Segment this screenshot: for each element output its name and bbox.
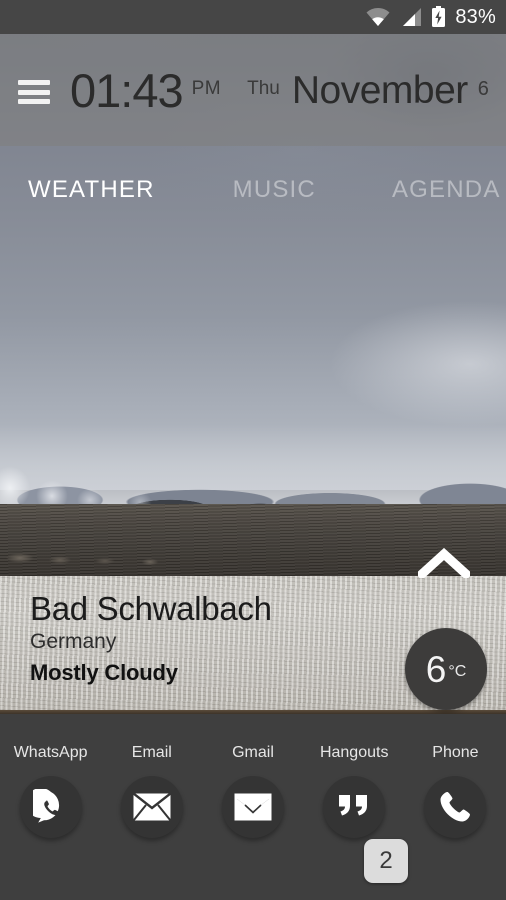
home-screen: 83% 01:43 PM Thu November 6 WEATHER MUSI… <box>0 0 506 900</box>
ground-rocks <box>0 540 200 568</box>
temperature-value: 6 <box>425 648 447 690</box>
wifi-icon <box>366 8 390 27</box>
dock-label-hangouts: Hangouts <box>319 744 389 761</box>
phone-handset-icon[interactable] <box>424 776 487 838</box>
dock-app-whatsapp[interactable]: WhatsApp <box>0 744 101 838</box>
status-bar: 83% <box>0 0 506 34</box>
cellular-signal-icon <box>403 8 422 26</box>
clock-ampm: PM <box>191 77 222 99</box>
dock-label-email: Email <box>131 744 172 761</box>
dock-label-phone: Phone <box>432 744 479 761</box>
page-indicator-badge[interactable]: 2 <box>364 839 408 883</box>
quote-bubble-icon[interactable] <box>323 776 386 838</box>
tab-music[interactable]: MUSIC <box>233 176 316 204</box>
tab-agenda[interactable]: AGENDA <box>392 176 501 204</box>
app-dock: WhatsApp Email Gmail Hangouts Phone <box>0 714 506 900</box>
expand-weather-button[interactable] <box>415 547 473 581</box>
weather-info-card[interactable]: Bad Schwalbach Germany Mostly Cloudy 6 °… <box>0 580 506 714</box>
dock-app-hangouts[interactable]: Hangouts <box>304 744 405 838</box>
chevron-up-icon <box>415 547 473 581</box>
dock-app-phone[interactable]: Phone <box>405 744 506 838</box>
dock-app-gmail[interactable]: Gmail <box>202 744 303 838</box>
battery-percentage: 83% <box>455 5 496 28</box>
dock-app-email[interactable]: Email <box>101 744 202 838</box>
dock-label-gmail: Gmail <box>232 744 274 761</box>
temperature-badge[interactable]: 6 °C <box>405 628 487 710</box>
tab-weather[interactable]: WEATHER <box>28 176 155 204</box>
date-weekday: Thu <box>247 77 280 99</box>
hamburger-menu-icon[interactable] <box>18 80 50 104</box>
gmail-icon[interactable] <box>222 776 284 838</box>
date-month[interactable]: November <box>292 71 468 110</box>
clock-time[interactable]: 01:43 <box>70 67 184 114</box>
date-day-number: 6 <box>477 77 489 100</box>
page-indicator-value: 2 <box>379 847 393 874</box>
whatsapp-icon[interactable] <box>19 776 82 838</box>
dock-app-row: WhatsApp Email Gmail Hangouts Phone <box>0 714 506 838</box>
widget-tabs: WEATHER MUSIC AGENDA <box>0 168 506 212</box>
dock-label-whatsapp: WhatsApp <box>13 744 88 761</box>
envelope-icon[interactable] <box>120 776 183 838</box>
clock-bar: 01:43 PM Thu November 6 <box>0 34 506 146</box>
weather-city-name: Bad Schwalbach <box>30 590 272 627</box>
battery-charging-icon <box>432 6 446 27</box>
temperature-unit: °C <box>448 663 467 680</box>
